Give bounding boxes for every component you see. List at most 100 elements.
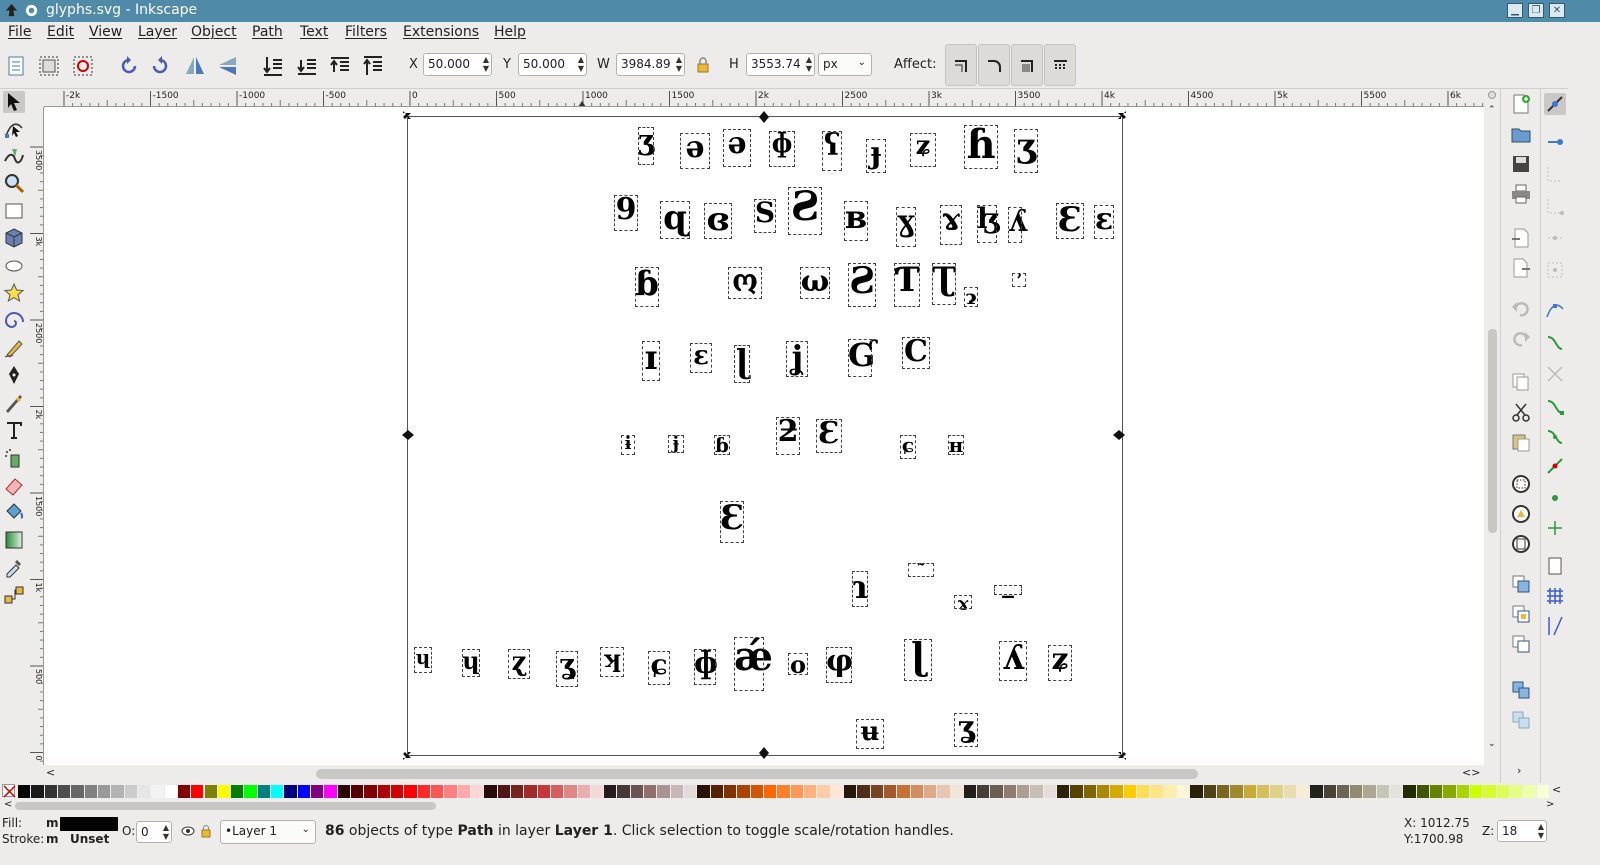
3d-box-tool-icon[interactable] [3, 227, 25, 249]
palette-swatch[interactable] [604, 785, 617, 798]
h-field[interactable]: 3553.74 ▲ ▼ [746, 53, 815, 76]
palette-swatch[interactable] [324, 785, 337, 798]
palette-swatch[interactable] [284, 785, 297, 798]
palette-swatch[interactable] [377, 785, 390, 798]
palette-swatch[interactable] [777, 785, 790, 798]
copy-icon[interactable] [1510, 371, 1532, 393]
palette-swatch[interactable] [1043, 785, 1057, 798]
drawing-canvas[interactable]: ʒəəɸʕɟʑɦʒ9ɋɞSƧʙɣɤɮʎƐɛɓოωƧƬƮɂʼɪɛɭʝƓCɨɉɓƻƐ… [44, 107, 1484, 765]
palette-swatch[interactable] [963, 785, 977, 798]
menu-edit[interactable]: Edit [47, 24, 74, 40]
scroll-down-icon[interactable]: ⌄ [1488, 739, 1496, 749]
palette-swatch[interactable] [164, 785, 177, 798]
palette-swatch[interactable] [1296, 785, 1310, 798]
snap-bbox-icon[interactable] [1544, 131, 1566, 153]
x-field[interactable]: 50.000 ▲ ▼ [423, 53, 492, 76]
menu-help[interactable]: Help [494, 24, 526, 40]
snap-bbox-midpoint-icon[interactable] [1544, 227, 1566, 249]
lock-icon[interactable] [696, 57, 710, 73]
lower-to-bottom-icon[interactable] [261, 54, 285, 78]
palette-swatch[interactable] [1176, 785, 1190, 798]
lower-icon[interactable] [295, 54, 319, 78]
palette-swatch[interactable] [510, 785, 524, 798]
palette-swatch[interactable] [217, 785, 231, 798]
snap-guides-icon[interactable] [1544, 615, 1566, 637]
palette-swatch[interactable] [1350, 785, 1363, 798]
palette-swatch[interactable] [803, 785, 817, 798]
rectangle-tool-icon[interactable] [3, 200, 25, 222]
import-icon[interactable] [1510, 227, 1532, 249]
palette-swatch[interactable] [524, 785, 537, 798]
vertical-scrollbar[interactable]: ⌃ ⌄ [1484, 89, 1500, 765]
export-icon[interactable] [1510, 257, 1532, 279]
affect-stroke-scale-button[interactable] [945, 44, 977, 86]
selection-handles[interactable] [44, 107, 1484, 765]
palette-swatch[interactable] [577, 785, 590, 798]
zoom-page-icon[interactable] [1510, 533, 1532, 555]
eye-icon[interactable] [181, 825, 195, 837]
deselect-icon[interactable] [71, 54, 95, 78]
palette-swatch[interactable] [177, 785, 191, 798]
flip-vertical-icon[interactable] [216, 54, 240, 78]
palette-swatch[interactable] [1137, 785, 1150, 798]
spray-tool-icon[interactable] [3, 447, 25, 469]
scroll-up-icon[interactable]: ⌃ [1488, 105, 1496, 115]
palette-swatch[interactable] [1030, 785, 1043, 798]
palette-swatch[interactable] [684, 785, 697, 798]
palette-swatch[interactable] [1336, 785, 1350, 798]
palette-swatch[interactable] [564, 785, 577, 798]
pen-tool-icon[interactable] [3, 364, 25, 386]
vertical-scroll-thumb[interactable] [1488, 329, 1497, 533]
palette-swatch[interactable] [910, 785, 923, 798]
zoom-field[interactable]: 18 ▲ ▼ [1497, 820, 1547, 842]
connector-tool-icon[interactable] [3, 584, 25, 606]
palette-swatch[interactable] [1243, 785, 1256, 798]
minimize-icon[interactable]: ▁ [1507, 3, 1523, 18]
palette-swatch[interactable] [1483, 785, 1496, 798]
palette-swatch[interactable] [151, 785, 164, 798]
palette-swatch[interactable] [697, 785, 710, 798]
palette-swatch[interactable] [537, 785, 550, 798]
palette-swatch[interactable] [31, 785, 44, 798]
affect-rounded-corners-button[interactable] [978, 44, 1010, 86]
calligraphy-tool-icon[interactable] [3, 392, 25, 414]
palette-swatch[interactable] [417, 785, 430, 798]
palette-swatch[interactable] [1283, 785, 1296, 798]
ellipse-tool-icon[interactable] [3, 255, 25, 277]
zoom-selection-icon[interactable] [1510, 473, 1532, 495]
menu-file[interactable]: File [8, 24, 31, 40]
palette-swatch[interactable] [977, 785, 990, 798]
palette-swatch[interactable] [1057, 785, 1070, 798]
palette-swatch[interactable] [1376, 785, 1390, 798]
snap-bbox-center-icon[interactable] [1544, 259, 1566, 281]
select-all-layers-icon[interactable] [37, 54, 61, 78]
raise-icon[interactable] [328, 54, 352, 78]
palette-swatch[interactable] [1270, 785, 1283, 798]
palette-swatch[interactable] [644, 785, 657, 798]
dropper-tool-icon[interactable] [3, 556, 25, 578]
affect-gradients-button[interactable] [1011, 44, 1043, 86]
palette-swatch[interactable] [271, 785, 284, 798]
palette-swatch[interactable] [484, 785, 497, 798]
palette-swatch[interactable] [1496, 785, 1510, 798]
palette-swatch[interactable] [137, 785, 151, 798]
open-file-icon[interactable] [1510, 123, 1532, 145]
save-icon[interactable] [1510, 153, 1532, 175]
zoom-tool-icon[interactable] [3, 172, 25, 194]
palette-scroll-left-icon[interactable]: < [4, 799, 12, 810]
palette-swatch[interactable] [364, 785, 377, 798]
palette-swatch[interactable] [923, 785, 937, 798]
palette-swatch[interactable] [111, 785, 124, 798]
palette-swatch[interactable] [497, 785, 510, 798]
palette-swatch[interactable] [617, 785, 630, 798]
palette-swatch[interactable] [257, 785, 271, 798]
current-layer-select[interactable]: •Layer 1 ⌄ [220, 820, 316, 844]
w-field[interactable]: 3984.89 ▲ ▼ [616, 53, 685, 76]
palette-swatch[interactable] [750, 785, 763, 798]
palette-swatch[interactable] [1123, 785, 1137, 798]
palette-swatch[interactable] [1083, 785, 1097, 798]
palette-swatch[interactable] [790, 785, 803, 798]
palette-swatch[interactable] [44, 785, 57, 798]
snap-grids-icon[interactable] [1544, 585, 1566, 607]
commands-overflow-icon[interactable]: › [1517, 764, 1521, 777]
